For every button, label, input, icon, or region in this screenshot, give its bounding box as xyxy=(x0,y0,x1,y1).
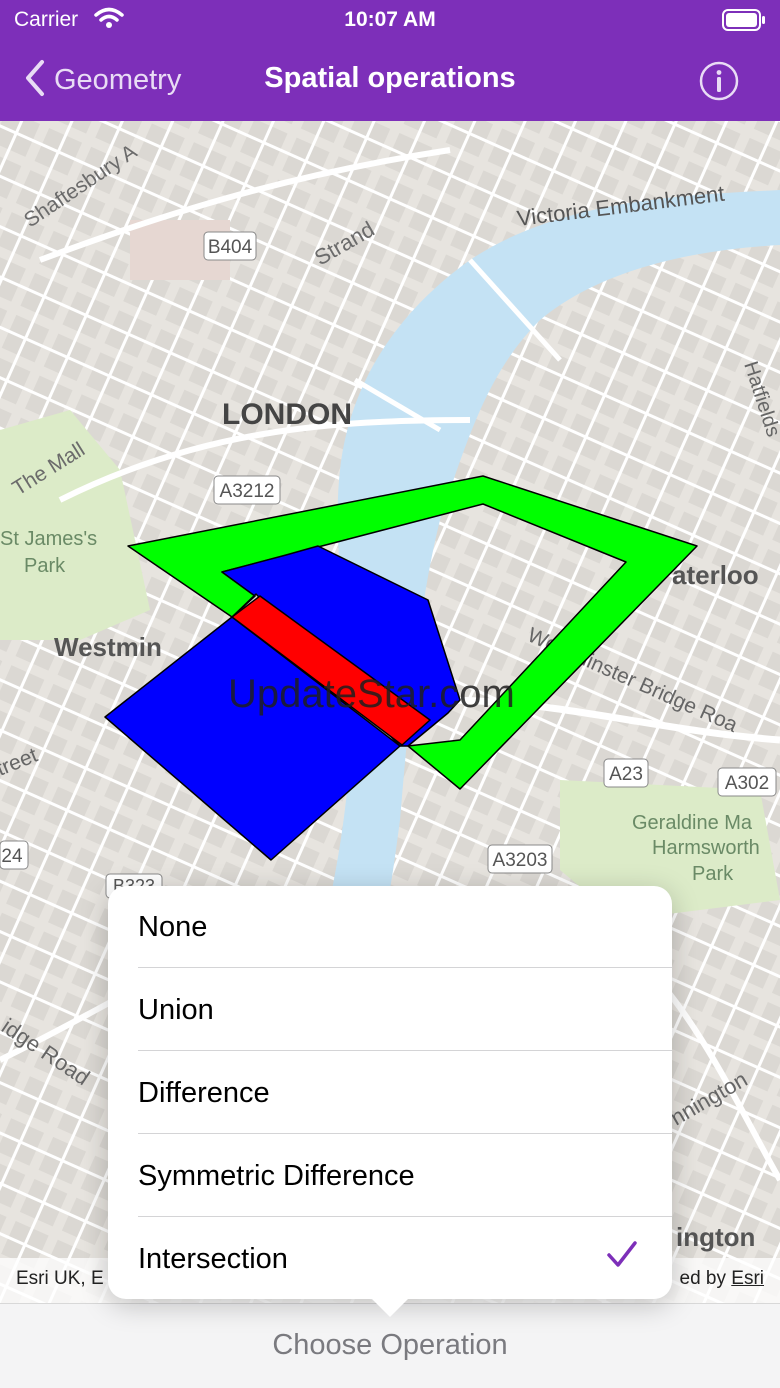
separator xyxy=(138,1216,672,1217)
separator xyxy=(138,1050,672,1051)
option-label: Intersection xyxy=(138,1242,288,1275)
option-symmetric-difference[interactable]: Symmetric Difference xyxy=(138,1135,672,1217)
choose-operation-button[interactable]: Choose Operation xyxy=(0,1329,780,1362)
navigation-bar: Geometry Spatial operations xyxy=(0,40,780,121)
map-label: 24 xyxy=(1,846,23,867)
separator xyxy=(138,967,672,968)
option-label: Difference xyxy=(138,1076,270,1109)
operation-menu: None Union Difference Symmetric Differen… xyxy=(108,886,672,1317)
attribution-text: Esri UK, E xyxy=(16,1268,104,1289)
map-label: LONDON xyxy=(222,398,352,431)
map-label: A302 xyxy=(725,773,769,794)
map-label: St James's xyxy=(0,528,97,550)
attribution-powered: ed by Esri xyxy=(680,1268,765,1290)
map-label: A3212 xyxy=(220,481,275,502)
esri-link[interactable]: Esri xyxy=(731,1268,764,1289)
info-icon xyxy=(699,61,739,101)
map-label: Geraldine Ma xyxy=(632,812,753,834)
info-button[interactable] xyxy=(698,60,740,107)
option-label: Union xyxy=(138,993,214,1026)
attribution-prefix: ed by xyxy=(679,1268,732,1289)
option-none[interactable]: None xyxy=(138,886,672,968)
status-bar: Carrier 10:07 AM xyxy=(0,0,780,40)
map-label: A3203 xyxy=(493,850,548,871)
map-label: Westmin xyxy=(54,632,162,662)
checkmark-icon xyxy=(606,1240,638,1278)
option-label: Symmetric Difference xyxy=(138,1159,415,1192)
option-label: None xyxy=(138,910,208,943)
map-label: aterloo xyxy=(672,560,759,590)
map-label: ington xyxy=(676,1222,755,1252)
popover-arrow xyxy=(370,1297,410,1317)
separator xyxy=(138,1133,672,1134)
battery-icon xyxy=(722,9,766,36)
map-label: B404 xyxy=(208,237,253,258)
map-label: Park xyxy=(692,863,734,885)
option-difference[interactable]: Difference xyxy=(138,1052,672,1134)
option-intersection[interactable]: Intersection xyxy=(138,1218,672,1300)
map-label: Park xyxy=(24,555,66,577)
page-title: Spatial operations xyxy=(264,62,516,94)
watermark-text: UpdateStar.com xyxy=(228,672,515,716)
map-label: A23 xyxy=(609,764,643,785)
clock: 10:07 AM xyxy=(344,8,436,31)
map-label: Harmsworth xyxy=(652,837,760,859)
option-union[interactable]: Union xyxy=(138,969,672,1051)
